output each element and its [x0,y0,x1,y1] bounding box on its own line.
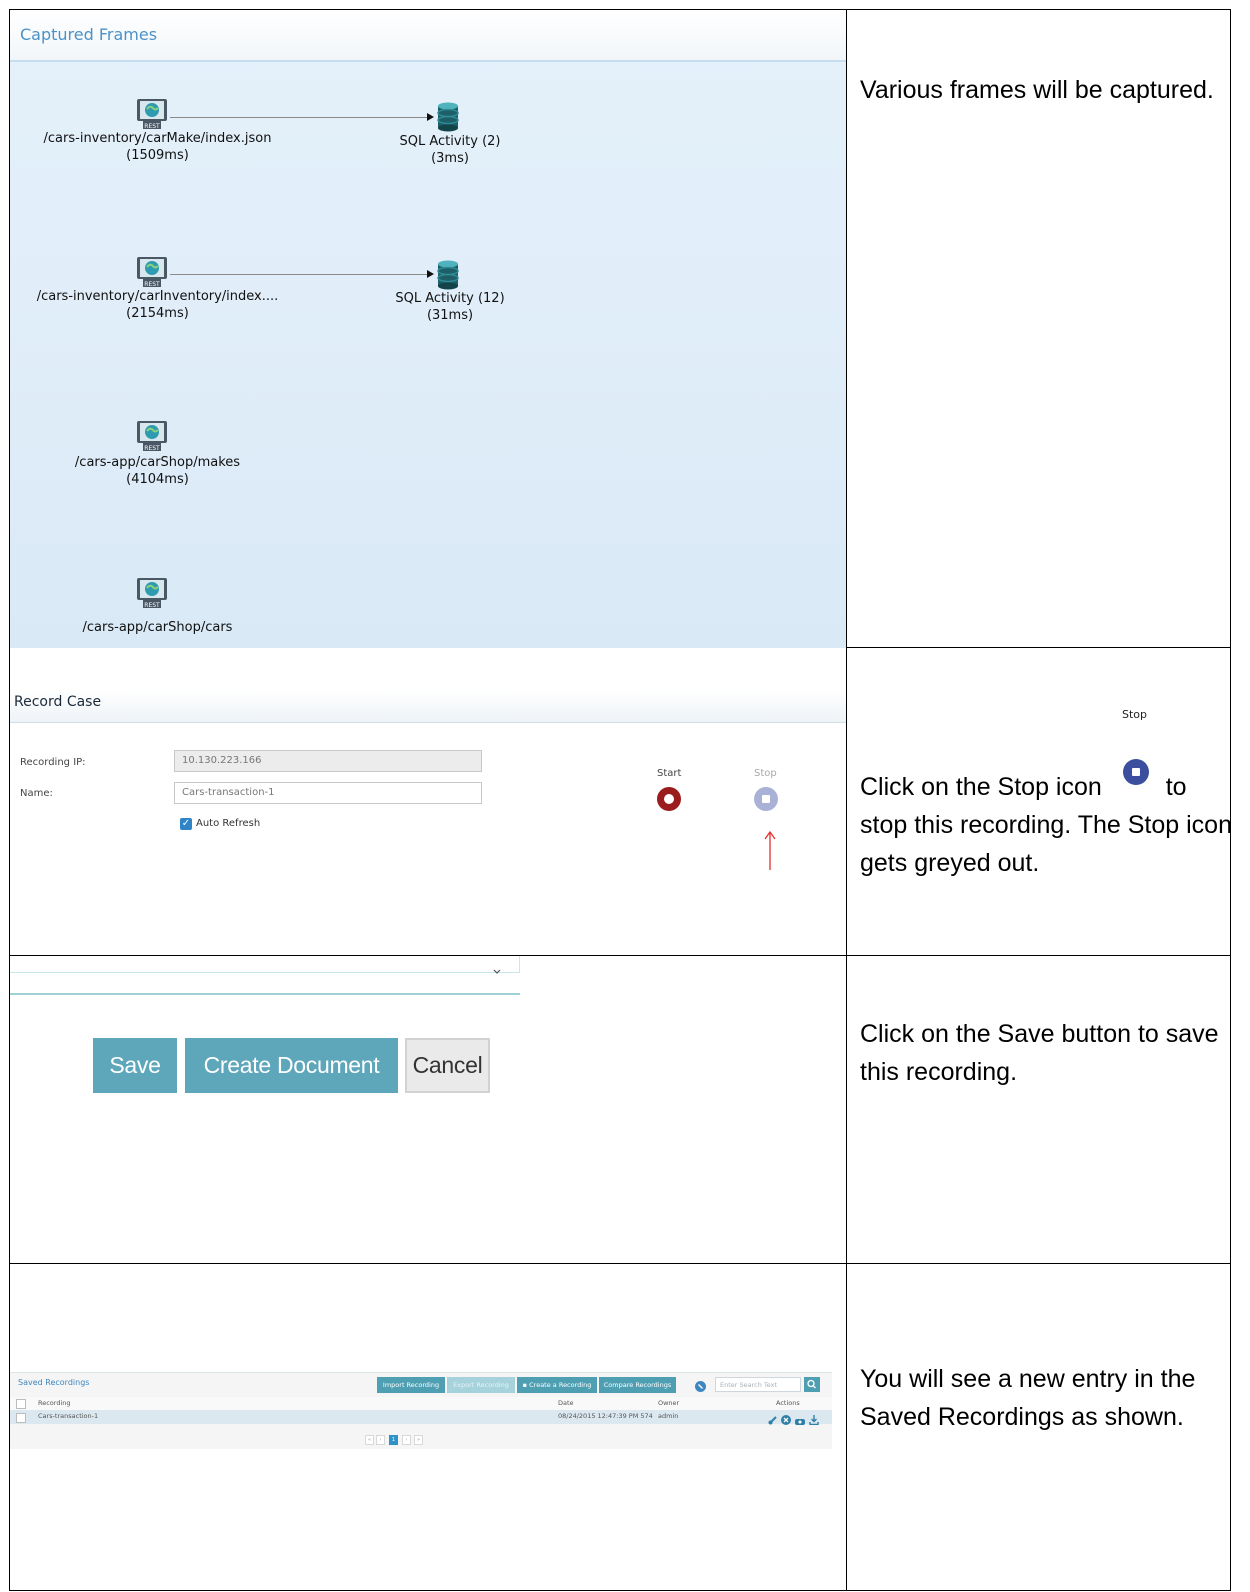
frame-path: SQL Activity (12) [395,291,505,306]
stop-record-button[interactable] [754,787,778,811]
stop-icon-caption: Stop [1122,708,1148,721]
search-icon [807,1379,816,1389]
create-document-button[interactable]: Create Document [185,1038,398,1093]
frame-label: /cars-app/carShop/cars [30,619,285,636]
start-record-button[interactable] [657,787,681,811]
captured-frames-title: Captured Frames [20,25,158,44]
table-row-divider [10,1263,1231,1264]
captured-frames-header: Captured Frames [10,10,846,62]
column-header-recording: Recording [38,1399,71,1407]
saved-recordings-panel: Saved Recordings Import Recording Export… [10,1372,832,1449]
connector-arrow [427,113,434,121]
frame-connector [170,117,428,118]
rest-icon[interactable]: REST [135,256,169,288]
stop-label: Stop [754,768,777,779]
record-case-header: Record Case [10,690,846,723]
compare-recordings-button[interactable]: Compare Recordings [599,1377,676,1393]
name-field[interactable]: Cars-transaction-1 [174,782,482,804]
pagination-last[interactable]: » [414,1435,423,1445]
recording-date: 08/24/2015 12:47:39 PM 574 [558,1412,653,1420]
row2-text-a: Click on the Stop icon [860,773,1102,801]
rest-icon[interactable]: REST [135,98,169,130]
name-label: Name: [20,788,53,799]
create-recording-label: Create a Recording [529,1381,592,1389]
frame-path: /cars-app/carShop/cars [82,620,233,635]
dropdown-border [519,956,520,973]
frame-label: /cars-inventory/carMake/index.json (1509… [30,130,285,164]
delete-icon[interactable] [781,1412,791,1425]
rest-icon[interactable]: REST [135,577,169,609]
svg-text:REST: REST [144,281,160,288]
svg-text:REST: REST [144,602,160,609]
table-border-bottom [10,1590,1231,1591]
select-all-checkbox[interactable] [16,1399,26,1409]
frame-path: SQL Activity (2) [399,134,501,149]
download-icon[interactable] [809,1412,819,1426]
create-recording-button[interactable]: ▪ Create a Recording [517,1377,597,1393]
start-label: Start [657,768,682,779]
row4-description: You will see a new entry in the Saved Re… [860,1365,1196,1431]
recording-name[interactable]: Cars-transaction-1 [38,1410,98,1423]
dropdown-underline [10,993,520,995]
svg-text:REST: REST [144,445,160,452]
frame-path: /cars-app/carShop/makes [74,455,241,470]
recording-ip-label: Recording IP: [20,757,86,768]
video-icon: ▪ [522,1381,528,1389]
connector-arrow [427,270,434,278]
svg-text:REST: REST [144,123,160,130]
cancel-button[interactable]: Cancel [405,1038,490,1093]
frame-path: /cars-inventory/carInventory/index.... [36,289,279,304]
row-checkbox[interactable] [16,1413,26,1423]
frame-connector [170,274,428,275]
frame-path: /cars-inventory/carMake/index.json [43,131,272,146]
column-header-owner: Owner [658,1399,680,1407]
recording-owner: admin [658,1412,679,1420]
pagination-first[interactable]: « [365,1435,374,1445]
import-recording-button[interactable]: Import Recording [377,1377,445,1393]
frame-time: (2154ms) [126,306,189,321]
column-header-actions: Actions [776,1399,800,1407]
database-icon[interactable] [436,102,470,134]
row1-description: Various frames will be captured. [860,76,1214,104]
saved-recordings-title: Saved Recordings [18,1378,90,1387]
frame-time: (4104ms) [126,472,189,487]
record-case-title: Record Case [14,694,102,710]
captured-frames-panel: Captured Frames REST /cars-inventory/car… [10,10,846,648]
frame-label: SQL Activity (12) (31ms) [380,290,520,324]
search-button[interactable] [804,1377,820,1392]
database-icon[interactable] [436,260,470,292]
frame-time: (1509ms) [126,148,189,163]
stop-circle-icon [1122,758,1149,785]
save-button[interactable]: Save [93,1038,177,1093]
chevron-down-icon[interactable] [492,962,502,974]
auto-refresh-label: Auto Refresh [196,818,261,829]
table-column-divider [846,9,847,1591]
export-recording-button[interactable]: Export Recording [447,1377,515,1393]
auto-refresh-checkbox[interactable]: ✓ [180,818,192,830]
row2-description: Click on the Stop icon to stop this reco… [860,759,1235,882]
clear-search-icon[interactable] [695,1379,706,1392]
pagination-next[interactable]: › [402,1435,411,1445]
table-row[interactable]: Cars-transaction-1 08/24/2015 12:47:39 P… [10,1410,832,1426]
row3-description: Click on the Save button to save this re… [860,1020,1219,1086]
pagination-prev[interactable]: ‹ [376,1435,385,1445]
frame-label: /cars-inventory/carInventory/index.... (… [30,288,285,322]
table-header-row: Recording Date Owner Actions [10,1397,832,1411]
table-row-divider [10,955,1231,956]
rest-icon[interactable]: REST [135,420,169,452]
link-icon[interactable] [768,1412,778,1425]
dropdown-border [10,972,520,973]
pagination-page-1[interactable]: 1 [389,1435,398,1445]
column-header-date: Date [558,1399,574,1407]
frame-time: (3ms) [431,151,469,166]
view-icon[interactable] [795,1413,805,1425]
red-arrow-up-icon [764,830,776,870]
frame-label: /cars-app/carShop/makes (4104ms) [30,454,285,488]
search-input[interactable]: Enter Search Text [715,1377,801,1392]
frame-label: SQL Activity (2) (3ms) [380,133,520,167]
frame-time: (31ms) [426,308,474,323]
recording-ip-field: 10.130.223.166 [174,750,482,772]
